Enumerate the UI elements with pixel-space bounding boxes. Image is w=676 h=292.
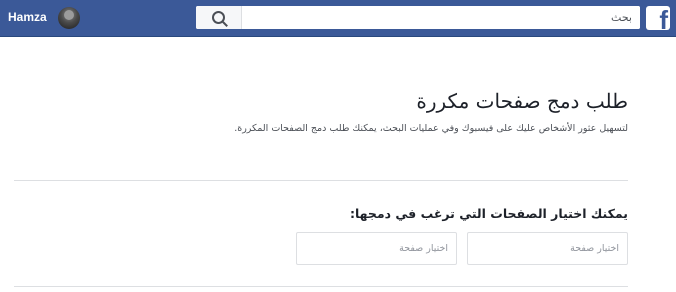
section-label: يمكنك اختيار الصفحات التي ترغب في دمجها:	[349, 206, 628, 221]
page-picker-input-first[interactable]	[467, 232, 628, 265]
page-title: طلب دمج صفحات مكررة	[416, 89, 628, 113]
bottom-divider	[14, 286, 628, 287]
search-input[interactable]	[242, 6, 640, 29]
page-description: لتسهيل عثور الأشخاص عليك على فيسبوك وفي …	[234, 123, 628, 134]
search-icon-handle	[222, 21, 228, 27]
facebook-logo-icon[interactable]: f	[646, 6, 670, 30]
logo-letter: f	[659, 6, 668, 30]
page-picker-input-second[interactable]	[296, 232, 457, 265]
profile-name-link[interactable]: Hamza	[8, 10, 47, 24]
search-button[interactable]	[196, 6, 242, 29]
search-box	[196, 6, 640, 29]
section-divider	[14, 180, 628, 181]
avatar[interactable]	[58, 7, 80, 29]
top-navigation-bar: f Hamza	[0, 0, 676, 37]
